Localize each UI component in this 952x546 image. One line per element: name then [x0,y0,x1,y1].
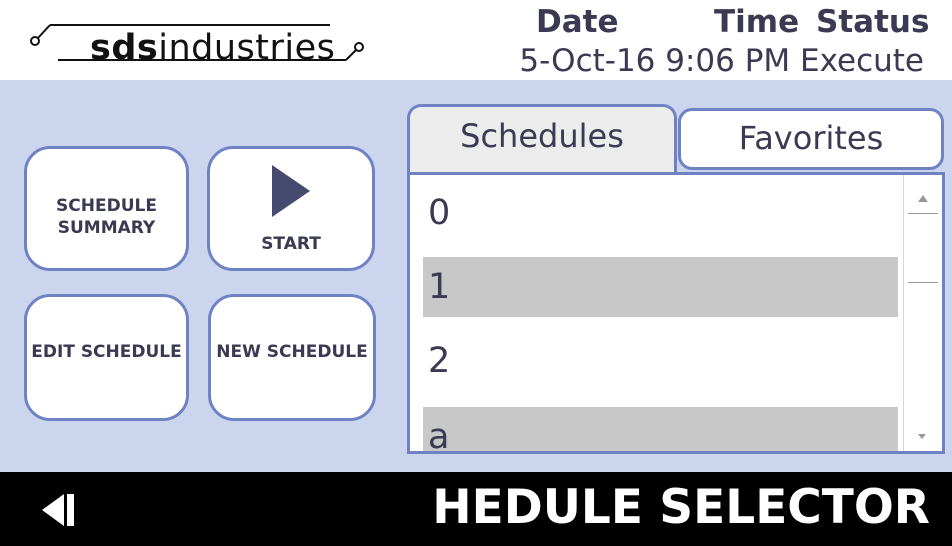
date-time-status-values: 5-Oct-16 9:06 PM Execute [519,43,924,79]
tab-schedules[interactable]: Schedules [407,104,677,176]
schedule-list: 0 1 2 a [423,175,898,451]
edit-schedule-label: EDIT SCHEDULE [31,342,182,362]
start-button[interactable]: START [207,146,375,271]
new-schedule-button[interactable]: NEW SCHEDULE [208,294,376,421]
back-bar-icon [67,494,74,526]
header-bar: sdsindustries Date Time Status 5-Oct-16 … [0,0,952,80]
scroll-up-arrow-icon[interactable] [918,195,928,202]
start-label: START [261,234,321,254]
new-schedule-label: NEW SCHEDULE [216,342,368,362]
screen-title: HEDULE SELECTOR [432,480,930,535]
back-arrow-icon [42,494,64,526]
scrollbar-thumb[interactable] [908,213,938,283]
scroll-down-arrow-icon[interactable] [918,434,926,439]
main-panel: SCHEDULE SUMMARY START EDIT SCHEDULE NEW… [0,80,952,472]
logo-wordmark-light: industries [158,28,336,68]
list-scrollbar[interactable] [903,175,942,451]
list-item[interactable]: 0 [423,183,898,243]
logo-wordmark: sdsindustries [90,28,335,68]
logo-wordmark-bold: sds [90,28,159,68]
list-item[interactable]: a [423,407,898,451]
edit-schedule-button[interactable]: EDIT SCHEDULE [24,294,189,421]
sds-industries-logo: sdsindustries [28,14,373,70]
date-label: Date [536,4,619,40]
schedule-list-panel: 0 1 2 a [407,172,945,454]
status-label: Status [816,4,930,40]
list-item[interactable]: 2 [423,331,898,391]
footer-bar: HEDULE SELECTOR [0,472,952,546]
back-button[interactable] [42,494,82,528]
time-label: Time [714,4,800,40]
schedule-summary-button[interactable]: SCHEDULE SUMMARY [24,146,189,271]
play-icon [272,165,310,217]
tab-favorites[interactable]: Favorites [678,108,944,170]
schedule-summary-label: SCHEDULE SUMMARY [56,196,157,238]
list-item[interactable]: 1 [423,257,898,317]
status-values-line: 5-Oct-16 9:06 PM Execute [486,42,926,82]
